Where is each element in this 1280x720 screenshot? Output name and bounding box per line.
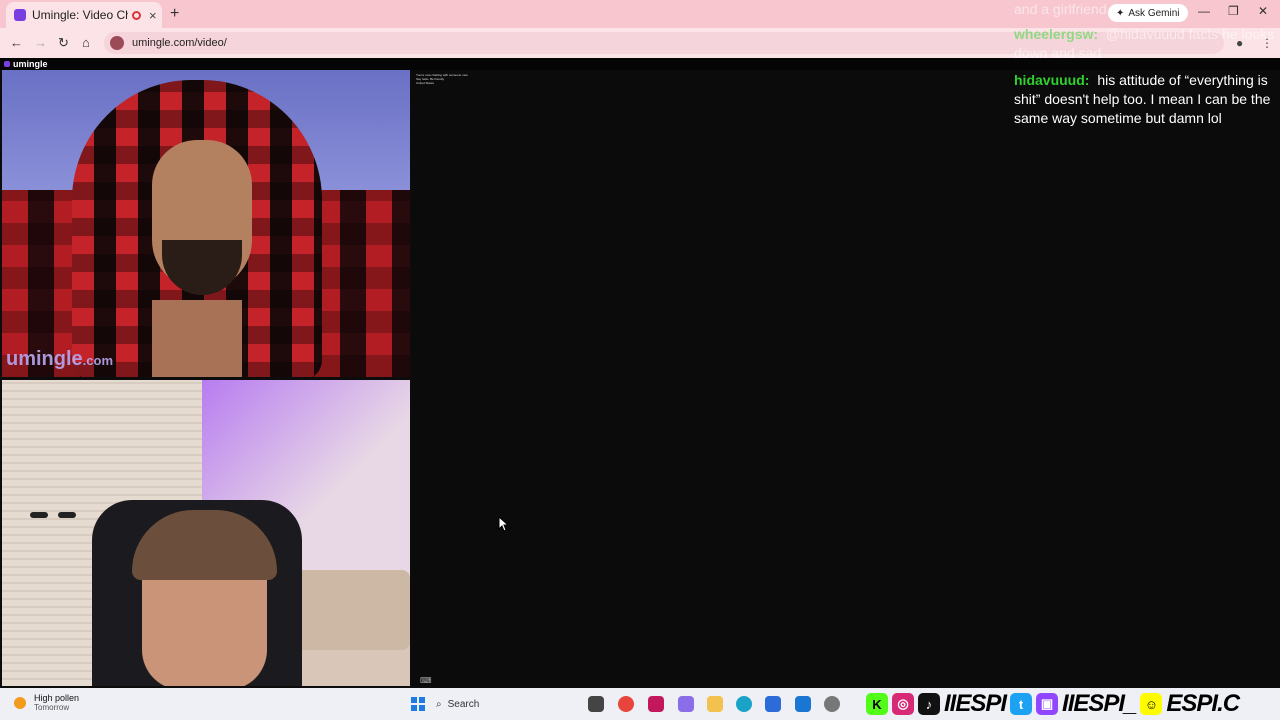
- back-icon[interactable]: ←: [10, 35, 23, 50]
- system-messages: You're now chatting with someone new Say…: [416, 73, 468, 85]
- new-tab-button[interactable]: +: [170, 5, 179, 23]
- social-handle: IIESPI: [944, 690, 1007, 717]
- umingle-watermark: umingle.com: [6, 348, 113, 371]
- chat-input-icon[interactable]: ⌨: [420, 676, 432, 685]
- copilot-icon[interactable]: [678, 696, 694, 712]
- forward-icon[interactable]: →: [34, 35, 47, 50]
- taskbar-search[interactable]: ⌕ Search: [436, 694, 576, 714]
- weather-title: High pollen: [34, 693, 80, 703]
- door-handle: [30, 512, 48, 518]
- tab-close-button[interactable]: ×: [149, 8, 157, 23]
- taskbar: High pollen Tomorrow ⌕ Search K ◎ ♪ IIES…: [0, 688, 1280, 720]
- weather-icon: [14, 697, 26, 709]
- door-handle: [58, 512, 76, 518]
- person-chest: [152, 300, 242, 377]
- edge-icon[interactable]: [736, 696, 752, 712]
- self-video: [2, 380, 410, 686]
- home-icon[interactable]: ⌂: [82, 35, 90, 50]
- app-icon[interactable]: [648, 696, 664, 712]
- kick-icon: K: [866, 693, 888, 715]
- file-explorer-icon[interactable]: [588, 696, 604, 712]
- chat-message: wheelergsw: @hidavuuud facts he looks do…: [1014, 25, 1280, 63]
- weather-widget[interactable]: High pollen Tomorrow: [14, 693, 79, 713]
- umingle-favicon-icon: [14, 9, 26, 21]
- mouse-cursor-icon: [498, 516, 508, 532]
- settings-icon[interactable]: [824, 696, 840, 712]
- windows-start-icon[interactable]: [411, 697, 425, 711]
- address-bar-url: umingle.com/video/: [132, 37, 227, 49]
- browser-tab[interactable]: Umingle: Video Chat with S ×: [6, 2, 162, 28]
- site-info-icon[interactable]: [110, 36, 124, 50]
- chat-username: hidavuuud:: [1014, 72, 1090, 88]
- watermark-suffix: .com: [82, 353, 114, 368]
- chat-message: hidavuuud: his attitude of “everything i…: [1014, 71, 1280, 128]
- twitch-icon: ▣: [1036, 693, 1059, 715]
- social-handle: ESPI.C: [1166, 690, 1240, 717]
- reload-icon[interactable]: ↻: [58, 35, 69, 51]
- chat-message: and a girlfriend: [1014, 0, 1280, 19]
- recording-icon: [132, 10, 141, 20]
- tab-title: Umingle: Video Chat with S: [32, 8, 128, 22]
- folder-icon[interactable]: [707, 696, 723, 712]
- system-message: United States: [416, 81, 435, 85]
- store-icon[interactable]: [765, 696, 781, 712]
- stranger-video: [2, 70, 410, 377]
- weather-subtitle: Tomorrow: [34, 703, 70, 712]
- umingle-logo-icon: [4, 61, 10, 67]
- social-handle: IIESPI_: [1062, 690, 1137, 717]
- mail-icon[interactable]: [795, 696, 811, 712]
- social-handles-banner: K ◎ ♪ IIESPI t ▣ IIESPI_ ☺ ESPI.C: [866, 688, 1240, 720]
- brand-logo[interactable]: umingle: [4, 59, 48, 69]
- chat-message-text: and a girlfriend: [1014, 1, 1107, 17]
- tiktok-icon: ♪: [918, 693, 940, 715]
- chat-panel: [412, 70, 1280, 686]
- search-label: Search: [447, 698, 480, 710]
- brand-name: umingle: [13, 59, 48, 69]
- watermark-main: umingle: [6, 348, 83, 370]
- chrome-icon[interactable]: [618, 696, 634, 712]
- instagram-icon: ◎: [892, 693, 914, 715]
- stream-chat-overlay: and a girlfriend wheelergsw: @hidavuuud …: [1014, 0, 1280, 128]
- chat-username: wheelergsw:: [1014, 26, 1099, 42]
- search-icon: ⌕: [436, 698, 442, 710]
- twitter-icon: t: [1010, 693, 1033, 715]
- snapchat-icon: ☺: [1140, 693, 1163, 715]
